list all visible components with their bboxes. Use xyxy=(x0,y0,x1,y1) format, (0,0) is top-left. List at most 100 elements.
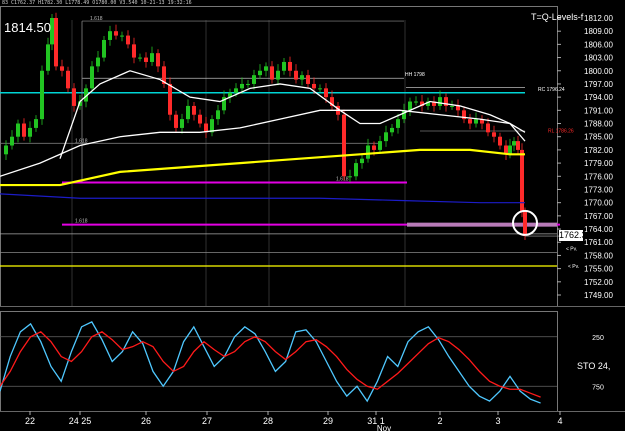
candle-body xyxy=(132,44,136,58)
oscillator-label: STO 24, xyxy=(577,361,611,371)
price-tick-label: 1788.00 xyxy=(584,120,613,129)
candle-body xyxy=(438,97,442,106)
last-price-readout: 1814.50 xyxy=(4,20,51,35)
current-price-box: 1762.37 xyxy=(559,230,592,241)
oscillator-tick-label: 250 xyxy=(592,335,604,342)
price-tick-label: 1776.00 xyxy=(584,172,613,181)
candle-body xyxy=(46,44,50,71)
candle-body xyxy=(126,35,130,45)
candle-body xyxy=(54,17,58,67)
candle-body xyxy=(390,127,394,133)
candle-body xyxy=(276,70,280,80)
price-tick-label: 1794.00 xyxy=(584,93,613,102)
x-tick-label: 3 xyxy=(495,416,500,426)
candle-body xyxy=(216,110,220,120)
candle-body xyxy=(10,136,14,146)
candle-body xyxy=(156,53,160,67)
levels-indicator-label: T=Q-Levels-f xyxy=(531,12,584,22)
fib-label: 1.618 xyxy=(90,16,103,22)
price-tick-label: 1797.00 xyxy=(584,80,613,89)
candle-body xyxy=(384,132,388,142)
x-tick-label: 24 25 xyxy=(69,416,92,426)
candle-body xyxy=(282,61,286,71)
candle-body xyxy=(60,66,64,71)
fib-label: 1.618 xyxy=(75,219,88,225)
price-tick-label: 1749.00 xyxy=(584,291,613,300)
oscillator-panel-frame xyxy=(0,311,558,412)
candle-body xyxy=(240,83,244,89)
candle-body xyxy=(492,132,496,137)
candle-body xyxy=(456,105,460,111)
price-chart: 1812.00 1809.00 1806.00 1803.00 1800.00 1797.… xyxy=(0,6,625,431)
stochastic-d-line xyxy=(0,331,541,398)
hh-label: HH 1798 xyxy=(405,72,425,78)
candle-body xyxy=(516,141,520,150)
candle-body xyxy=(360,158,364,164)
pivot-tag: < Pv. xyxy=(566,247,577,253)
candle-body xyxy=(396,119,400,128)
candle-body xyxy=(114,31,118,36)
stochastic-k-line xyxy=(0,321,541,404)
candle-body xyxy=(354,163,358,177)
candle-body xyxy=(186,105,190,120)
candle-body xyxy=(318,88,322,90)
candle-body xyxy=(138,57,142,59)
slow-ma-line xyxy=(0,148,525,187)
candle-body xyxy=(468,119,472,124)
candle-body xyxy=(348,176,352,178)
candle-body xyxy=(72,88,76,106)
candle-body xyxy=(234,88,238,93)
fast-ma-line xyxy=(59,70,526,159)
candle-body xyxy=(198,114,202,124)
candle-body xyxy=(366,145,370,159)
candle-body xyxy=(40,70,44,120)
candle-body xyxy=(192,105,196,115)
candle-body xyxy=(246,83,250,85)
candle-body xyxy=(180,119,184,128)
x-tick-label: 4 xyxy=(557,416,562,426)
price-tick-label: 1800.00 xyxy=(584,67,613,76)
candle-body xyxy=(252,75,256,84)
candle-body xyxy=(258,70,262,76)
candle-body xyxy=(372,145,376,150)
candle-body xyxy=(96,57,100,67)
candle-body xyxy=(414,101,418,103)
price-tick-label: 1809.00 xyxy=(584,27,613,36)
candle-body xyxy=(312,83,316,89)
x-tick-label: 22 xyxy=(25,416,35,426)
candle-body xyxy=(66,70,70,89)
price-tick-label: 1806.00 xyxy=(584,40,613,49)
candle-body xyxy=(306,75,310,84)
x-tick-label: 2 xyxy=(437,416,442,426)
price-tick-label: 1791.00 xyxy=(584,106,613,115)
candle-body xyxy=(288,61,292,71)
candle-body xyxy=(474,119,478,124)
price-panel-frame xyxy=(0,6,558,307)
price-tick-label: 1779.00 xyxy=(584,159,613,168)
candle-body xyxy=(512,141,516,146)
candle-body xyxy=(90,66,94,89)
price-tick-label: 1785.00 xyxy=(584,133,613,142)
candle-body xyxy=(300,75,304,80)
x-tick-label: 29 xyxy=(323,416,333,426)
fib-label: 1.618 xyxy=(75,138,88,144)
candle-body xyxy=(102,39,106,58)
x-tick-label: 28 xyxy=(263,416,273,426)
candle-body xyxy=(108,31,112,40)
candle-body xyxy=(34,119,38,128)
candle-body xyxy=(324,88,328,98)
price-tick-label: 1752.00 xyxy=(584,278,613,287)
candle-body xyxy=(144,57,148,62)
candle-body xyxy=(523,211,527,237)
very-slow-ma-line xyxy=(0,193,525,204)
ohlc-readout: 83 C1762.37 H1782.30 L1778.49 O1780.00 V… xyxy=(2,0,192,6)
candle-body xyxy=(294,70,298,80)
price-tick-label: 1770.00 xyxy=(584,199,613,208)
rc-tag: RC 1796.24 xyxy=(538,87,565,93)
price-tick-label: 1755.00 xyxy=(584,265,613,274)
pivot-tag: < Pv. xyxy=(568,264,579,270)
price-tick-label: 1773.00 xyxy=(584,185,613,194)
candle-body xyxy=(378,141,382,150)
candle-body xyxy=(22,123,26,137)
candle-body xyxy=(264,66,268,71)
